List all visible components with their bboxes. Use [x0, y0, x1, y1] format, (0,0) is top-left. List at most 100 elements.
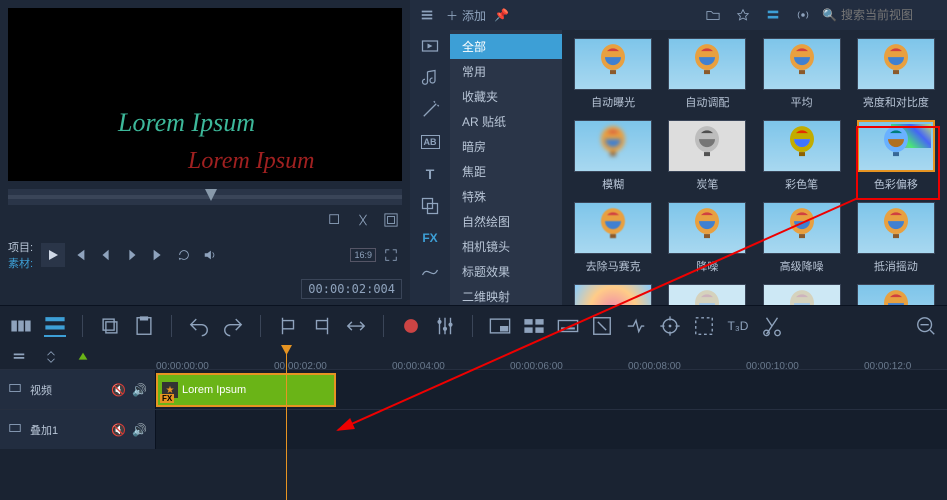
- zoom-out-icon[interactable]: [915, 315, 937, 337]
- effect-item[interactable]: 自动调配: [664, 38, 750, 110]
- skip-start-icon[interactable]: [69, 244, 91, 266]
- split-tool-icon[interactable]: [352, 209, 374, 231]
- library-menu-icon[interactable]: [416, 4, 438, 26]
- effect-item[interactable]: 模糊: [570, 120, 656, 192]
- transition-tab-icon[interactable]: AB: [420, 132, 440, 152]
- preview-title-text-2: Lorem Ipsum: [188, 148, 314, 175]
- 3d-title-icon[interactable]: T₃D: [727, 315, 749, 337]
- effect-item[interactable]: 亮度和对比度: [853, 38, 939, 110]
- expand-icon[interactable]: [380, 209, 402, 231]
- favorite-add-icon[interactable]: [732, 4, 754, 26]
- trim-icon[interactable]: [761, 315, 783, 337]
- redo-icon[interactable]: [222, 315, 244, 337]
- broadcast-icon[interactable]: [792, 4, 814, 26]
- category-item[interactable]: AR 贴纸: [450, 109, 562, 134]
- title-tab-icon[interactable]: T: [420, 164, 440, 184]
- view-list-icon[interactable]: [762, 4, 784, 26]
- next-frame-icon[interactable]: [121, 244, 143, 266]
- overlay-tab-icon[interactable]: [420, 196, 440, 216]
- crop-tool-icon[interactable]: [324, 209, 346, 231]
- copy-icon[interactable]: [99, 315, 121, 337]
- paste-icon[interactable]: [133, 315, 155, 337]
- marker-start-icon[interactable]: [277, 315, 299, 337]
- mixer-icon[interactable]: [434, 315, 456, 337]
- storyboard-view-icon[interactable]: [10, 315, 32, 337]
- track-type-icon: [8, 421, 22, 438]
- effect-item[interactable]: 炭笔: [664, 120, 750, 192]
- search-input[interactable]: [841, 8, 941, 22]
- loop-icon[interactable]: [173, 244, 195, 266]
- aspect-ratio-badge[interactable]: 16:9: [350, 248, 376, 262]
- add-button[interactable]: ＋ 添加: [446, 7, 486, 24]
- prev-frame-icon[interactable]: [95, 244, 117, 266]
- track-label: 叠加1: [30, 422, 103, 438]
- track-expand-icon[interactable]: [40, 346, 62, 368]
- category-item[interactable]: 常用: [450, 59, 562, 84]
- track-options-icon[interactable]: [8, 346, 30, 368]
- play-button[interactable]: [41, 243, 65, 267]
- track-body[interactable]: ★Lorem IpsumFX: [156, 370, 947, 409]
- timecode-display[interactable]: 00:00:02:004: [301, 279, 402, 299]
- track-body[interactable]: [156, 410, 947, 449]
- track-header[interactable]: 叠加1 🔇 🔊: [0, 410, 156, 449]
- category-item[interactable]: 焦距: [450, 159, 562, 184]
- record-icon[interactable]: [400, 315, 422, 337]
- effect-item[interactable]: 高级降噪: [759, 202, 845, 274]
- tracking-icon[interactable]: [659, 315, 681, 337]
- timeline-view-icon[interactable]: [44, 315, 66, 337]
- effect-item[interactable]: 去除马赛克: [570, 202, 656, 274]
- pan-zoom-icon[interactable]: [591, 315, 613, 337]
- volume-icon[interactable]: [199, 244, 221, 266]
- multiview-icon[interactable]: [523, 315, 545, 337]
- search-box[interactable]: 🔍: [822, 8, 941, 22]
- slip-icon[interactable]: [345, 315, 367, 337]
- subtitle-icon[interactable]: [557, 315, 579, 337]
- undo-icon[interactable]: [188, 315, 210, 337]
- volume-icon[interactable]: 🔊: [132, 383, 147, 397]
- effect-item[interactable]: 平均: [759, 38, 845, 110]
- project-mode-label[interactable]: 项目:: [8, 239, 33, 255]
- category-item[interactable]: 相机镜头: [450, 234, 562, 259]
- mute-icon[interactable]: 🔇: [111, 383, 126, 397]
- category-item[interactable]: 收藏夹: [450, 84, 562, 109]
- effect-item[interactable]: 色彩偏移: [853, 120, 939, 192]
- effect-item[interactable]: 自动曝光: [570, 38, 656, 110]
- effect-item[interactable]: [853, 284, 939, 305]
- mute-icon[interactable]: 🔇: [111, 423, 126, 437]
- add-track-icon[interactable]: [72, 346, 94, 368]
- timeline-clip[interactable]: ★Lorem IpsumFX: [156, 373, 336, 407]
- category-item[interactable]: 自然绘图: [450, 209, 562, 234]
- category-item[interactable]: 标题效果: [450, 259, 562, 284]
- media-tab-icon[interactable]: [420, 36, 440, 56]
- preview-viewport[interactable]: Lorem Ipsum Lorem Ipsum: [8, 8, 402, 181]
- effect-item[interactable]: 抵消摇动: [853, 202, 939, 274]
- effect-item[interactable]: [759, 284, 845, 305]
- effect-item[interactable]: [664, 284, 750, 305]
- pin-icon[interactable]: 📌: [494, 8, 509, 22]
- volume-icon[interactable]: 🔊: [132, 423, 147, 437]
- marker-end-icon[interactable]: [311, 315, 333, 337]
- effect-item[interactable]: [570, 284, 656, 305]
- category-item[interactable]: 特殊: [450, 184, 562, 209]
- track-header[interactable]: 视频🔇🔊: [0, 370, 156, 409]
- speed-icon[interactable]: [625, 315, 647, 337]
- mask-icon[interactable]: [693, 315, 715, 337]
- main-toolbar: T₃D: [0, 305, 947, 345]
- pip-icon[interactable]: [489, 315, 511, 337]
- category-item[interactable]: 二维映射: [450, 284, 562, 305]
- effect-item[interactable]: 彩色笔: [759, 120, 845, 192]
- fullscreen-icon[interactable]: [380, 244, 402, 266]
- material-mode-label[interactable]: 素材:: [8, 255, 33, 271]
- path-tab-icon[interactable]: [420, 260, 440, 280]
- audio-tab-icon[interactable]: [420, 68, 440, 88]
- scrubber-marker[interactable]: [205, 189, 217, 201]
- effects-wand-icon[interactable]: [420, 100, 440, 120]
- preview-scrubber[interactable]: [8, 189, 402, 205]
- playhead[interactable]: [286, 345, 287, 500]
- category-item[interactable]: 暗房: [450, 134, 562, 159]
- folder-icon[interactable]: [702, 4, 724, 26]
- category-item[interactable]: 全部: [450, 34, 562, 59]
- effect-item[interactable]: 降噪: [664, 202, 750, 274]
- fx-tab-icon[interactable]: FX: [420, 228, 440, 248]
- skip-end-icon[interactable]: [147, 244, 169, 266]
